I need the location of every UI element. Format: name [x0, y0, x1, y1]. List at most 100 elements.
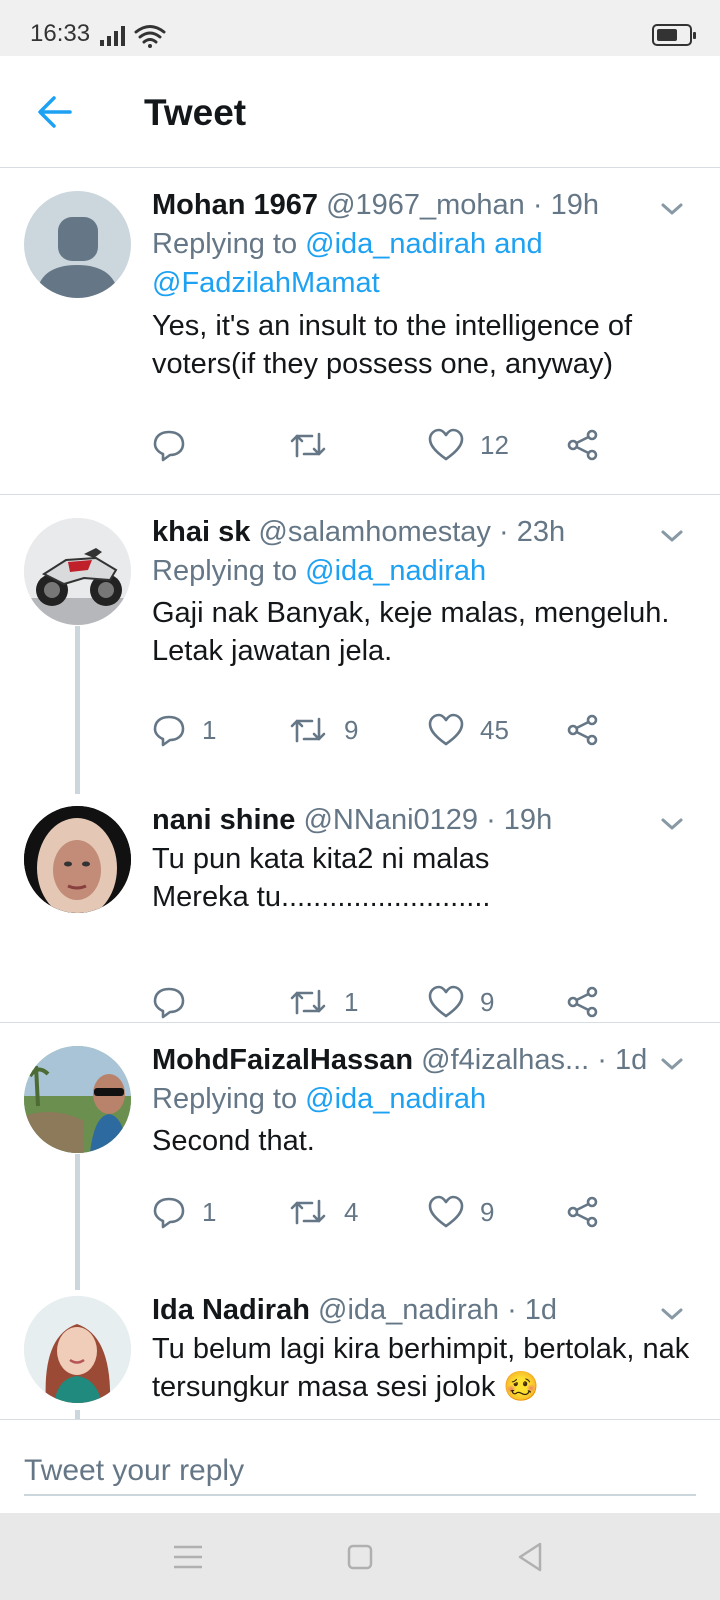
- reply-button[interactable]: 1: [152, 710, 216, 750]
- reply-count: 1: [202, 714, 217, 745]
- page-title: Tweet: [144, 92, 247, 133]
- tweet-time: · 1d: [507, 1294, 558, 1326]
- tweet-header: Ida Nadirah @ida_nadirah · 1d: [152, 1294, 660, 1327]
- back-nav-button[interactable]: [512, 1539, 548, 1575]
- like-button[interactable]: 9: [428, 1192, 494, 1232]
- tweet-text: Gaji nak Banyak, keje malas, mengeluh. L…: [152, 597, 670, 667]
- author-name[interactable]: MohdFaizalHassan: [152, 1044, 413, 1076]
- tweet-text: Second that.: [152, 1125, 315, 1157]
- retweet-icon: [290, 989, 326, 1015]
- tweet-2[interactable]: khai sk @salamhomestay · 23h Replying to…: [0, 496, 720, 794]
- tweet-time: · 23h: [499, 516, 566, 548]
- retweet-icon: [290, 1199, 326, 1225]
- tweet-header: MohdFaizalHassan @f4izalhas... · 1d: [152, 1044, 660, 1077]
- back-arrow-icon: [38, 96, 72, 128]
- caret-down-icon[interactable]: [660, 1306, 684, 1322]
- tweet-1[interactable]: Mohan 1967 @1967_mohan · 19h Replying to…: [0, 169, 720, 495]
- like-button[interactable]: 45: [428, 710, 509, 750]
- tweet-3[interactable]: nani shine @NNani0129 · 19h Tu pun kata …: [0, 784, 720, 1023]
- back-triangle-icon: [518, 1542, 542, 1572]
- signal-icon: [100, 26, 125, 46]
- reply-count: 1: [202, 1196, 217, 1227]
- caret-down-icon[interactable]: [660, 1056, 684, 1072]
- replying-to: Replying to @ida_nadirah: [152, 1083, 487, 1115]
- caret-down-icon[interactable]: [660, 201, 684, 217]
- author-handle[interactable]: @1967_mohan: [326, 189, 525, 221]
- avatar[interactable]: [24, 1046, 131, 1153]
- tweet-header: nani shine @NNani0129 · 19h: [152, 804, 660, 837]
- tweet-reply-input[interactable]: [24, 1448, 696, 1496]
- like-icon: [428, 428, 464, 461]
- reply-button[interactable]: [152, 425, 202, 465]
- caret-down-icon[interactable]: [660, 816, 684, 832]
- share-icon: [567, 429, 598, 461]
- tweet-header: khai sk @salamhomestay · 23h: [152, 516, 660, 549]
- tweet-text-line: Mereka tu..........................: [152, 881, 491, 913]
- like-icon: [428, 1195, 464, 1228]
- avatar[interactable]: [24, 806, 131, 913]
- like-count: 9: [480, 986, 495, 1017]
- menu-button[interactable]: [170, 1539, 206, 1575]
- user-photo-avatar-image: [24, 1046, 131, 1153]
- author-name[interactable]: khai sk: [152, 516, 250, 548]
- replying-to: Replying to @ida_nadirah: [152, 555, 487, 587]
- tweet-text-line: Tu pun kata kita2 ni malas: [152, 843, 490, 875]
- share-button[interactable]: [566, 1192, 600, 1232]
- author-name[interactable]: Mohan 1967: [152, 189, 318, 221]
- reply-button[interactable]: 1: [152, 1192, 216, 1232]
- reply-icon: [153, 1197, 185, 1229]
- home-icon: [347, 1544, 373, 1570]
- retweet-button[interactable]: 9: [288, 710, 358, 750]
- replying-to: Replying to @ida_nadirah and @FadzilahMa…: [152, 228, 543, 299]
- retweet-button[interactable]: [288, 425, 344, 465]
- caret-down-icon[interactable]: [660, 528, 684, 544]
- like-count: 9: [480, 1196, 495, 1227]
- share-button[interactable]: [566, 425, 600, 465]
- like-icon: [428, 985, 464, 1018]
- author-handle[interactable]: @f4izalhas...: [421, 1044, 589, 1076]
- tweet-text: Tu belum lagi kira berhimpit, bertolak, …: [152, 1333, 690, 1403]
- tweet-actions: 12: [152, 425, 652, 465]
- author-handle[interactable]: @salamhomestay: [258, 516, 491, 548]
- avatar[interactable]: [24, 1296, 131, 1403]
- tweet-time: · 19h: [486, 804, 553, 836]
- share-icon: [567, 986, 598, 1018]
- like-button[interactable]: 9: [428, 982, 494, 1022]
- share-button[interactable]: [566, 982, 600, 1022]
- mention-link[interactable]: @ida_nadirah: [305, 555, 486, 587]
- tweet-time: · 19h: [532, 189, 599, 221]
- tweet-4[interactable]: MohdFaizalHassan @f4izalhas... · 1d Repl…: [0, 1024, 720, 1290]
- thread-line: [75, 626, 80, 794]
- tweet-actions: 1 9: [152, 982, 652, 1022]
- avatar[interactable]: [24, 191, 131, 298]
- menu-icon: [174, 1545, 202, 1569]
- thread-line: [75, 1154, 80, 1290]
- like-count: 45: [480, 714, 509, 745]
- author-handle[interactable]: @NNani0129: [303, 804, 478, 836]
- status-bar: 16:33: [0, 0, 720, 56]
- default-avatar-icon: [36, 217, 119, 298]
- tweet-5[interactable]: Ida Nadirah @ida_nadirah · 1d Tu belum l…: [0, 1290, 720, 1419]
- home-button[interactable]: [342, 1539, 378, 1575]
- retweet-button[interactable]: 1: [288, 982, 358, 1022]
- header: Tweet: [0, 56, 720, 168]
- share-button[interactable]: [566, 710, 600, 750]
- wifi-icon: [134, 25, 166, 44]
- user-photo-avatar-image: [24, 806, 131, 913]
- retweet-button[interactable]: 4: [288, 1192, 358, 1232]
- author-handle[interactable]: @ida_nadirah: [318, 1294, 499, 1326]
- like-button[interactable]: 12: [428, 425, 509, 465]
- reply-button[interactable]: [152, 982, 202, 1022]
- reply-icon: [153, 715, 185, 747]
- tweet-time: · 1d: [597, 1044, 648, 1076]
- back-button[interactable]: [34, 90, 78, 134]
- system-nav-bar: [0, 1513, 720, 1600]
- tweet-actions: 1 4 9: [152, 1192, 652, 1232]
- mention-link[interactable]: @ida_nadirah: [305, 1083, 486, 1115]
- author-name[interactable]: Ida Nadirah: [152, 1294, 310, 1326]
- share-icon: [567, 1196, 598, 1228]
- battery-icon: [652, 24, 696, 46]
- author-name[interactable]: nani shine: [152, 804, 295, 836]
- share-icon: [567, 714, 598, 746]
- avatar[interactable]: [24, 518, 131, 625]
